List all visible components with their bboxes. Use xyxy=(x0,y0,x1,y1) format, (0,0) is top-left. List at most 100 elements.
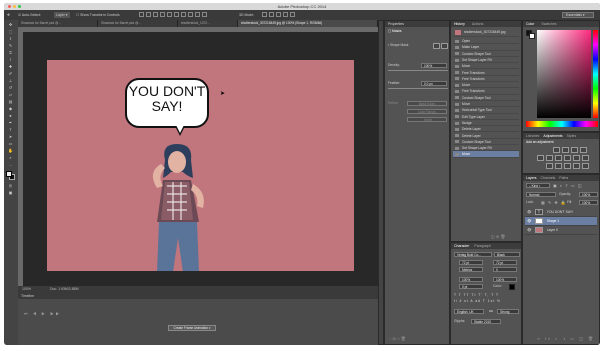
type-style-buttons[interactable]: T T TT Tt T' T, T T xyxy=(454,293,518,298)
doc-tab-active[interactable]: shutterstock_307218449.jpg @ 100% (Shape… xyxy=(238,20,378,27)
layers-tab[interactable]: Layers xyxy=(526,176,537,180)
timeline-controls[interactable]: ⏮ ◀ ▶ ▶▶ xyxy=(24,311,61,316)
foreground-color-swatch[interactable] xyxy=(6,171,12,177)
doc-tab-1[interactable]: Shadows for Barrel.psd @... xyxy=(18,20,98,27)
lock-icons[interactable]: ▦ ✎ ✥ 🔒 xyxy=(541,200,567,205)
history-item[interactable]: Move xyxy=(453,151,519,158)
move-tool-icon[interactable]: ✥ xyxy=(7,12,10,18)
align-icons[interactable] xyxy=(139,12,209,18)
doc-tab-2[interactable]: Shadows for Barrel.psd @... xyxy=(98,20,178,27)
shape-tool-icon[interactable]: ▭ xyxy=(7,141,14,146)
history-brush-tool-icon[interactable]: ↺ xyxy=(7,85,14,90)
density-field[interactable]: 100% xyxy=(421,63,447,68)
align-right-icon[interactable] xyxy=(153,12,158,17)
document-canvas[interactable]: YOU DON'T SAY! xyxy=(47,60,354,271)
language-select[interactable]: English: UK xyxy=(454,309,484,314)
invert-icon[interactable] xyxy=(546,163,553,169)
character-tab[interactable]: Character xyxy=(454,244,469,248)
feather-field[interactable]: 0.0 px xyxy=(421,81,447,86)
minimize-window-button[interactable] xyxy=(13,5,16,8)
type-tool-icon[interactable]: T xyxy=(7,127,14,132)
color-tab[interactable]: Color xyxy=(526,22,534,26)
actions-tab[interactable]: Actions xyxy=(472,22,483,26)
hue-saturation-icon[interactable] xyxy=(546,155,553,161)
brush-tool-icon[interactable]: ✐ xyxy=(7,71,14,76)
exposure-icon[interactable] xyxy=(580,147,587,153)
workspace-switcher[interactable]: Essentials ▾ xyxy=(562,12,594,18)
scale-3d-icon[interactable] xyxy=(290,12,295,17)
properties-footer-icons[interactable]: ◌ ◎ ⌂ 🗑 xyxy=(389,336,406,341)
close-window-button[interactable] xyxy=(8,5,11,8)
align-bottom-icon[interactable] xyxy=(174,12,179,17)
threshold-icon[interactable] xyxy=(564,163,571,169)
color-balance-icon[interactable] xyxy=(555,155,562,161)
align-center-icon[interactable] xyxy=(146,12,151,17)
more-tools-icon[interactable]: … xyxy=(7,162,14,167)
distribute-h-icon[interactable] xyxy=(188,12,193,17)
gradient-map-icon[interactable] xyxy=(573,163,580,169)
channel-mixer-icon[interactable] xyxy=(582,155,589,161)
curves-icon[interactable] xyxy=(571,147,578,153)
eraser-tool-icon[interactable]: ▱ xyxy=(7,92,14,97)
vibrance-icon[interactable] xyxy=(537,155,544,161)
crop-tool-icon[interactable]: ⌗ xyxy=(7,50,14,55)
libraries-tab[interactable]: Libraries xyxy=(526,134,539,138)
align-middle-icon[interactable] xyxy=(167,12,172,17)
dodge-tool-icon[interactable]: ● xyxy=(7,113,14,118)
pen-tool-icon[interactable]: ✒ xyxy=(7,120,14,125)
horizontal-scale-field[interactable]: 100% xyxy=(493,277,517,282)
doc-info[interactable]: Doc: 1.93M/3.88M xyxy=(50,287,79,291)
roll-3d-icon[interactable] xyxy=(269,12,274,17)
auto-align-icon[interactable] xyxy=(202,12,207,17)
3d-mode-icons[interactable] xyxy=(262,12,297,18)
layer-filter-icons[interactable]: ▣ ◐ T ▭ ◫ xyxy=(553,183,583,188)
text-color-swatch[interactable] xyxy=(509,284,515,290)
paragraph-tab[interactable]: Paragraph xyxy=(474,244,490,248)
vertical-scale-field[interactable]: 100% xyxy=(459,277,483,282)
mask-edge-button[interactable]: Mask Edge... xyxy=(407,101,447,106)
eye-icon[interactable]: 👁 xyxy=(527,217,531,226)
invert-button[interactable]: Invert xyxy=(407,117,447,122)
swatches-tab[interactable]: Swatches xyxy=(541,22,556,26)
canvas-area[interactable]: YOU DON'T SAY! ➤ xyxy=(23,32,378,286)
select-mask-icon[interactable] xyxy=(433,43,440,49)
photo-filter-icon[interactable] xyxy=(573,155,580,161)
align-top-icon[interactable] xyxy=(160,12,165,17)
feather-slider[interactable] xyxy=(388,88,448,89)
layer-filter-kind[interactable]: ⌕ Kind ▾ xyxy=(526,183,550,188)
hand-tool-icon[interactable]: ✋ xyxy=(7,148,14,153)
glyph-select[interactable]: Stable 2019 xyxy=(471,319,501,324)
kerning-field[interactable]: Metrics xyxy=(459,267,483,272)
path-select-tool-icon[interactable]: ➤ xyxy=(7,134,14,139)
selective-color-icon[interactable] xyxy=(582,163,589,169)
distribute-icon[interactable] xyxy=(181,12,186,17)
layers-footer-icons[interactable]: ∞ fx ◐ ◑ ▭ ◫ 🗑 xyxy=(537,336,595,341)
speech-bubble[interactable]: YOU DON'T SAY! xyxy=(125,78,209,128)
tracking-field[interactable]: 0 xyxy=(493,267,517,272)
layer-row-shape[interactable]: 👁 Shape 1 xyxy=(525,217,597,226)
apply-mask-icon[interactable] xyxy=(441,43,448,49)
show-transform-checkbox[interactable]: ☐ Show Transform Controls xyxy=(76,12,120,18)
eye-icon[interactable]: 👁 xyxy=(527,226,531,235)
channels-tab[interactable]: Channels xyxy=(541,176,556,180)
opacity-field[interactable]: 100% xyxy=(579,192,598,197)
eyedropper-tool-icon[interactable]: ⌇ xyxy=(7,57,14,62)
history-footer-icons[interactable]: ◫ ⊕ 🗑 xyxy=(491,234,505,239)
doc-tab-3[interactable]: shutterstock_1072... xyxy=(178,20,238,27)
color-picker-field[interactable] xyxy=(537,30,591,118)
layer-row-photo[interactable]: 👁 Layer 0 xyxy=(525,226,597,235)
create-frame-animation-button[interactable]: Create Frame Animation ▾ xyxy=(168,325,216,331)
posterize-icon[interactable] xyxy=(555,163,562,169)
zoom-window-button[interactable] xyxy=(18,5,21,8)
panel-background-swatch[interactable] xyxy=(529,33,535,39)
zoom-tool-icon[interactable]: ⌕ xyxy=(7,155,14,160)
distribute-v-icon[interactable] xyxy=(195,12,200,17)
slide-3d-icon[interactable] xyxy=(283,12,288,17)
hue-slider[interactable] xyxy=(593,30,598,118)
quick-mask-icon[interactable]: ◎ xyxy=(7,183,14,188)
screen-mode-icon[interactable]: ▣ xyxy=(7,190,14,195)
layer-row-text[interactable]: 👁 T YOU DON'T SAY! xyxy=(525,208,597,217)
auto-select-checkbox[interactable]: ☑ Auto-Select: xyxy=(18,12,41,18)
eye-icon[interactable]: 👁 xyxy=(527,208,531,217)
marquee-tool-icon[interactable]: ⬚ xyxy=(7,29,14,34)
